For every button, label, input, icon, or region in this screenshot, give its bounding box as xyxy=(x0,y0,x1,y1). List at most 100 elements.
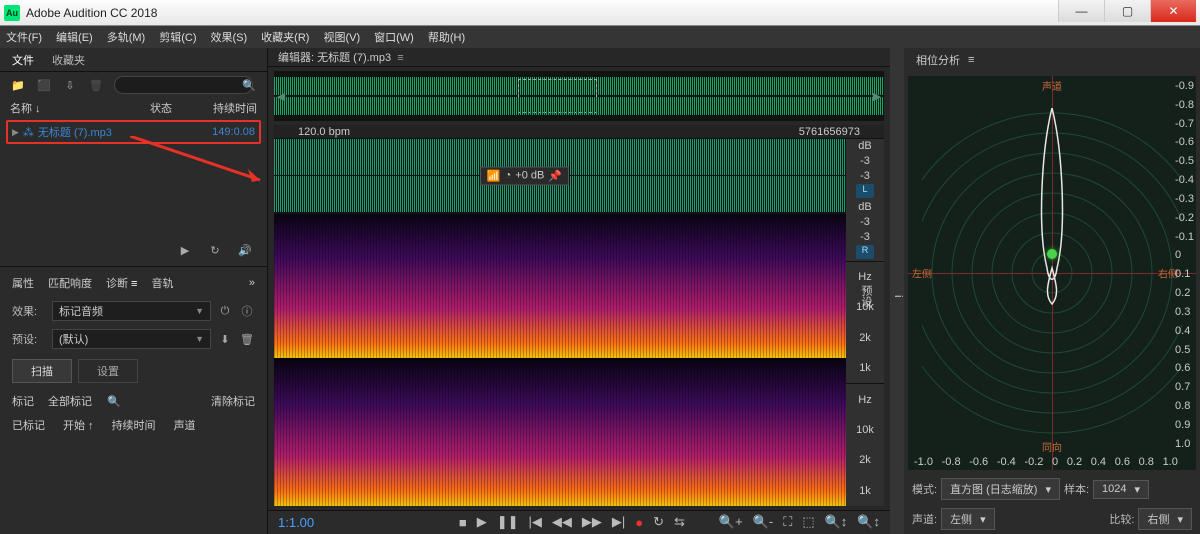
go-start-button[interactable]: |◀ xyxy=(529,514,542,530)
loop-button[interactable]: ↻ xyxy=(653,514,664,530)
sample-select[interactable]: 1024▾ xyxy=(1093,480,1149,499)
skip-selection-button[interactable]: ⇆ xyxy=(674,514,685,530)
tab-tracks[interactable]: 音轨 xyxy=(151,275,173,291)
tab-favorites[interactable]: 收藏夹 xyxy=(52,52,85,68)
effect-select[interactable]: 标记音频▼ xyxy=(52,301,211,321)
mh-duration[interactable]: 持续时间 xyxy=(112,417,156,433)
phase-xscale: -1.0-0.8-0.6-0.4-0.200.20.40.60.81.0 xyxy=(914,456,1178,468)
phase-plot[interactable]: 声道 左侧 右侧 同向 -0.9-0.8-0.7-0.6-0.5-0.4-0.3… xyxy=(908,76,1196,470)
clear-marks[interactable]: 清除标记 xyxy=(211,393,255,409)
spectrogram-right[interactable] xyxy=(274,360,846,506)
mark-search-icon[interactable]: 🔍 xyxy=(106,393,122,409)
channel-l-chip[interactable]: L xyxy=(856,184,874,198)
record-icon[interactable]: ⬛ xyxy=(36,77,52,93)
hud-pin-icon[interactable]: 📌 xyxy=(548,169,562,182)
auto-play-icon[interactable]: 🔊 xyxy=(237,242,253,258)
mh-channel[interactable]: 声道 xyxy=(174,417,196,433)
record-button[interactable]: ● xyxy=(635,515,643,530)
zoom-out-v-icon[interactable]: 🔍↕ xyxy=(857,514,880,530)
menu-help[interactable]: 帮助(H) xyxy=(428,29,465,45)
zoom-sel-icon[interactable]: ⬚ xyxy=(802,514,814,530)
phase-menu-icon[interactable]: ≡ xyxy=(968,54,974,66)
preset-label: 预设: xyxy=(12,331,46,347)
tab-properties[interactable]: 属性 xyxy=(12,275,34,291)
overview-waveform[interactable]: ◀▶ xyxy=(274,71,884,121)
col-name[interactable]: 名称 ↓ xyxy=(10,100,150,116)
phase-yscale: -0.9-0.8-0.7-0.6-0.5-0.4-0.3-0.2-0.100.1… xyxy=(1175,80,1194,450)
info-icon[interactable]: ⓘ xyxy=(239,303,255,319)
hz-unit: Hz xyxy=(858,271,871,283)
import-icon[interactable]: ⇩ xyxy=(62,77,78,93)
menu-clip[interactable]: 剪辑(C) xyxy=(159,29,196,45)
timecode[interactable]: 1:1.00 xyxy=(278,515,314,530)
ruler-tick: 69 xyxy=(836,126,848,138)
expand-icon[interactable]: ▶ xyxy=(12,127,19,138)
menu-favorites[interactable]: 收藏夹(R) xyxy=(261,29,309,45)
power-icon[interactable]: ⏻ xyxy=(217,303,233,319)
menu-file[interactable]: 文件(F) xyxy=(6,29,42,45)
preset-select[interactable]: (默认)▼ xyxy=(52,329,211,349)
maximize-button[interactable]: ▢ xyxy=(1104,0,1150,22)
stop-button[interactable]: ■ xyxy=(459,515,467,530)
mh-marked[interactable]: 已标记 xyxy=(12,417,45,433)
close-button[interactable]: ✕ xyxy=(1150,0,1196,22)
time-ruler[interactable]: 120.0 bpm 57 61 65 69 73 xyxy=(274,125,884,138)
phase-label-top: 声道 xyxy=(1042,78,1062,93)
mark-all-label: 全部标记 xyxy=(48,393,92,409)
save-preset-icon[interactable]: ⬇ xyxy=(217,331,233,347)
channel-select[interactable]: 左侧▾ xyxy=(941,508,995,530)
open-file-icon[interactable]: 📁 xyxy=(10,77,26,93)
compare-label: 比较: xyxy=(1109,511,1134,527)
db-val: -3 xyxy=(860,155,870,167)
mh-start[interactable]: 开始 ↑ xyxy=(63,417,94,433)
hud-display[interactable]: 📶 ◔ +0 dB 📌 xyxy=(480,166,569,185)
trash-icon[interactable]: 🗑 xyxy=(88,77,104,93)
search-icon[interactable]: 🔍 xyxy=(241,77,257,93)
scan-button[interactable]: 扫描 xyxy=(12,359,72,383)
pause-button[interactable]: ❚❚ xyxy=(497,514,519,530)
forward-button[interactable]: ▶▶ xyxy=(582,514,602,530)
tab-loudness[interactable]: 匹配响度 xyxy=(48,275,92,291)
file-row[interactable]: ▶ ⁂ 无标题 (7).mp3 149:0.08 xyxy=(6,120,261,144)
search-input[interactable] xyxy=(114,76,253,94)
play-icon[interactable]: ▶ xyxy=(177,242,193,258)
mode-select[interactable]: 直方图 (日志缩放)▾ xyxy=(941,478,1060,500)
delete-preset-icon[interactable]: 🗑 xyxy=(239,331,255,347)
menu-edit[interactable]: 编辑(E) xyxy=(56,29,93,45)
menu-effects[interactable]: 效果(S) xyxy=(211,29,248,45)
menu-window[interactable]: 窗口(W) xyxy=(374,29,414,45)
waveform-display[interactable]: 📶 ◔ +0 dB 📌 xyxy=(274,138,846,214)
compare-select[interactable]: 右侧▾ xyxy=(1138,508,1192,530)
col-duration[interactable]: 持续时间 xyxy=(200,100,257,116)
zoom-out-h-icon[interactable]: 🔍- xyxy=(753,514,774,530)
zoom-in-v-icon[interactable]: 🔍↕ xyxy=(825,514,848,530)
hz-val: 2k xyxy=(859,332,871,344)
zoom-in-h-icon[interactable]: 🔍+ xyxy=(719,514,743,530)
settings-button[interactable]: 设置 xyxy=(78,359,138,383)
info-strip-icon[interactable]: i xyxy=(892,295,904,297)
panel-menu-icon[interactable]: » xyxy=(249,277,255,289)
tab-diagnostics[interactable]: 诊断 ≡ xyxy=(106,275,137,291)
go-end-button[interactable]: ▶| xyxy=(612,514,625,530)
menu-multitrack[interactable]: 多轨(M) xyxy=(107,29,146,45)
col-status[interactable]: 状态 xyxy=(150,100,200,116)
presets-strip-label[interactable]: 预设 xyxy=(858,285,874,307)
menu-view[interactable]: 视图(V) xyxy=(323,29,360,45)
tab-files[interactable]: 文件 xyxy=(12,52,34,68)
editor-tab[interactable]: 编辑器: 无标题 (7).mp3 ≡ xyxy=(278,49,404,65)
phase-label-left: 左侧 xyxy=(912,266,932,281)
channel-r-chip[interactable]: R xyxy=(856,245,874,259)
loop-icon[interactable]: ↻ xyxy=(207,242,223,258)
zoom-full-icon[interactable]: ⛶ xyxy=(783,514,792,530)
play-button[interactable]: ▶ xyxy=(477,514,487,530)
editor-scale-sidebar: dB -3 -3 L dB -3 -3 R Hz 10k 2k 1k Hz xyxy=(846,138,884,506)
overview-selection[interactable] xyxy=(518,79,597,113)
minimize-button[interactable]: — xyxy=(1058,0,1104,22)
spectrogram-left[interactable] xyxy=(274,214,846,360)
editor-area: 编辑器: 无标题 (7).mp3 ≡ ◀▶ ✥ ⌂ 120.0 bpm 57 6… xyxy=(268,48,890,534)
phase-title[interactable]: 相位分析 xyxy=(916,52,960,68)
menu-bar: 文件(F) 编辑(E) 多轨(M) 剪辑(C) 效果(S) 收藏夹(R) 视图(… xyxy=(0,26,1200,48)
preset-value: (默认) xyxy=(59,331,88,347)
rewind-button[interactable]: ◀◀ xyxy=(552,514,572,530)
collapsed-panel-strip[interactable]: i 预设 xyxy=(890,48,904,534)
